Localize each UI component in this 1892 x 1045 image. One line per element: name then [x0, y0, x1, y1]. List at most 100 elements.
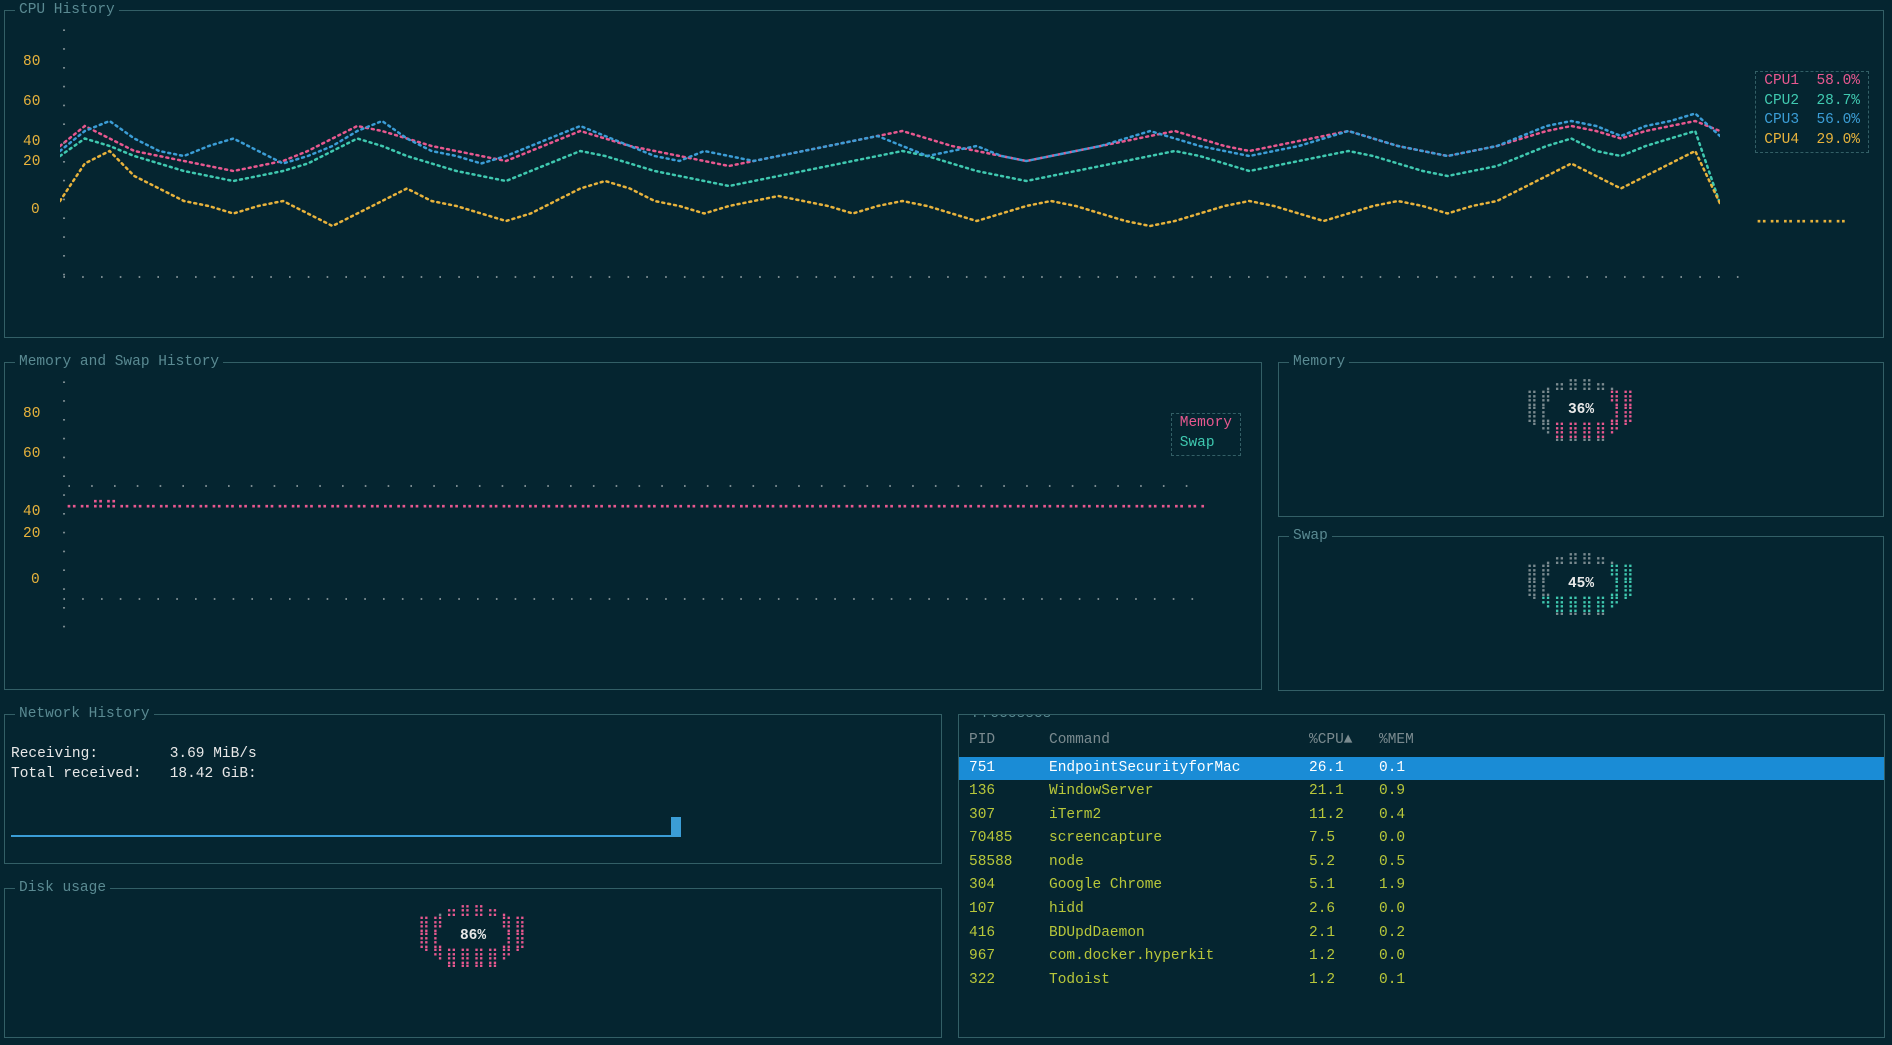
axis-tick: 0: [31, 201, 40, 221]
cell-cmd: Google Chrome: [1039, 874, 1299, 898]
cpu-legend: CPU1 58.0% CPU2 28.7% CPU3 56.0% CPU4 29…: [1755, 71, 1869, 153]
cell-pid: 967: [959, 945, 1039, 969]
disk-gauge-pct: 86%: [460, 927, 486, 947]
cell-pid: 307: [959, 804, 1039, 828]
memory-legend: Memory Swap: [1171, 413, 1241, 456]
table-row[interactable]: 416BDUpdDaemon2.10.2: [959, 922, 1884, 946]
col-mem[interactable]: %MEM: [1369, 729, 1884, 757]
axis-tick: 60: [23, 93, 40, 113]
cell-cpu: 21.1: [1299, 780, 1369, 804]
table-row[interactable]: 967com.docker.hyperkit1.20.0: [959, 945, 1884, 969]
axis-tick: 20: [23, 153, 40, 173]
cell-cmd: Todoist: [1039, 969, 1299, 993]
legend-cpu3-name: CPU3: [1764, 112, 1799, 128]
col-pid[interactable]: PID: [959, 729, 1039, 757]
disk-title: Disk usage: [15, 879, 110, 899]
processes-panel[interactable]: Processes PID Command %CPU▲ %MEM 751Endp…: [958, 714, 1885, 1038]
cell-pid: 107: [959, 898, 1039, 922]
cell-cpu: 5.2: [1299, 851, 1369, 875]
legend-cpu4-value: 29.0%: [1816, 132, 1860, 148]
network-total-label: Total received:: [11, 765, 161, 785]
table-row[interactable]: 307iTerm211.20.4: [959, 804, 1884, 828]
axis-tick: 60: [23, 445, 40, 465]
cell-cpu: 26.1: [1299, 757, 1369, 781]
table-row[interactable]: 751EndpointSecurityforMac26.10.1: [959, 757, 1884, 781]
cell-cmd: node: [1039, 851, 1299, 875]
cell-pid: 322: [959, 969, 1039, 993]
memory-gauge-pct: 36%: [1568, 401, 1594, 421]
cell-mem: 0.9: [1369, 780, 1884, 804]
table-row[interactable]: 107hidd2.60.0: [959, 898, 1884, 922]
legend-cpu1-value: 58.0%: [1816, 73, 1860, 89]
swap-gauge-pct: 45%: [1568, 575, 1594, 595]
cell-pid: 70485: [959, 827, 1039, 851]
network-receiving-label: Receiving:: [11, 745, 161, 765]
cell-pid: 751: [959, 757, 1039, 781]
cell-pid: 304: [959, 874, 1039, 898]
table-row[interactable]: 58588node5.20.5: [959, 851, 1884, 875]
cell-mem: 0.0: [1369, 945, 1884, 969]
axis-tick: 40: [23, 503, 40, 523]
memory-history-title: Memory and Swap History: [15, 353, 223, 373]
axis-tick: 80: [23, 405, 40, 425]
disk-panel: Disk usage ⢀⣤⣶⣶⣤⡀ ⣿⡿⠀⠀⠀⠀⢿⣿ ⣿⣇⠀⠀⠀⠀⣸⣿ ⠈⠻⣿⣿…: [4, 888, 942, 1038]
legend-tail: ⣀⣀⣀⣀⣀⣀⣀: [1755, 206, 1847, 224]
cell-cmd: iTerm2: [1039, 804, 1299, 828]
table-row[interactable]: 136WindowServer21.10.9: [959, 780, 1884, 804]
axis-tick: 20: [23, 525, 40, 545]
legend-cpu2-name: CPU2: [1764, 93, 1799, 109]
cell-cmd: hidd: [1039, 898, 1299, 922]
memory-history-panel: Memory and Swap History 80 60 40 20 0 ⣀⣀…: [4, 362, 1262, 690]
processes-table[interactable]: PID Command %CPU▲ %MEM 751EndpointSecuri…: [959, 729, 1884, 992]
legend-cpu2-value: 28.7%: [1816, 93, 1860, 109]
cell-cmd: EndpointSecurityforMac: [1039, 757, 1299, 781]
cell-cmd: BDUpdDaemon: [1039, 922, 1299, 946]
swap-gauge-panel: Swap ⢀⣤⣶⣶⣤⡀ ⣿⡿⠀⠀⠀⠀⢿⣿ ⣿⣇⠀⠀⠀⠀⣸⣿ ⠈⠻⣿⣿⣿⣿⠟⠁ ⠀…: [1278, 536, 1884, 691]
network-receiving-row: Receiving: 3.69 MiB/s: [11, 745, 257, 765]
legend-cpu1-name: CPU1: [1764, 73, 1799, 89]
table-header-row[interactable]: PID Command %CPU▲ %MEM: [959, 729, 1884, 757]
cell-cmd: com.docker.hyperkit: [1039, 945, 1299, 969]
axis-frame: · · · · · · · · · · · · · · · · · · · · …: [60, 591, 1210, 610]
legend-cpu3-value: 56.0%: [1816, 112, 1860, 128]
legend-swap-name: Swap: [1180, 435, 1215, 451]
axis-tick: 0: [31, 571, 40, 591]
cell-mem: 0.0: [1369, 898, 1884, 922]
cell-cpu: 2.6: [1299, 898, 1369, 922]
table-row[interactable]: 70485screencapture7.50.0: [959, 827, 1884, 851]
table-row[interactable]: 304Google Chrome5.11.9: [959, 874, 1884, 898]
cell-mem: 0.1: [1369, 757, 1884, 781]
cell-cpu: 7.5: [1299, 827, 1369, 851]
cell-pid: 136: [959, 780, 1039, 804]
memory-gauge-title: Memory: [1289, 353, 1349, 373]
cell-mem: 0.1: [1369, 969, 1884, 993]
axis-frame: · · · · · · · · · · · · · · · · · · · · …: [60, 269, 1740, 288]
cell-mem: 1.9: [1369, 874, 1884, 898]
cell-cmd: WindowServer: [1039, 780, 1299, 804]
cell-mem: 0.0: [1369, 827, 1884, 851]
network-title: Network History: [15, 705, 154, 725]
network-sparkline: [11, 813, 681, 837]
legend-memory-name: Memory: [1180, 415, 1232, 431]
processes-title: Processes: [969, 714, 1055, 724]
network-panel: Network History Receiving: 3.69 MiB/s To…: [4, 714, 942, 864]
network-total-value: 18.42 GiB:: [170, 766, 257, 782]
cell-cpu: 11.2: [1299, 804, 1369, 828]
cell-mem: 0.2: [1369, 922, 1884, 946]
col-cmd[interactable]: Command: [1039, 729, 1299, 757]
cell-mem: 0.5: [1369, 851, 1884, 875]
cpu-history-title: CPU History: [15, 1, 119, 21]
cpu-history-panel: CPU History 80 60 40 20 0 · · · · · · · …: [4, 10, 1884, 338]
col-cpu[interactable]: %CPU▲: [1299, 729, 1369, 757]
table-row[interactable]: 322Todoist1.20.1: [959, 969, 1884, 993]
axis-tick: 80: [23, 53, 40, 73]
cpu-chart: [60, 26, 1720, 276]
cell-cmd: screencapture: [1039, 827, 1299, 851]
cell-cpu: 5.1: [1299, 874, 1369, 898]
swap-gauge-title: Swap: [1289, 527, 1332, 547]
cell-cpu: 1.2: [1299, 945, 1369, 969]
axis-tick: 40: [23, 133, 40, 153]
cell-cpu: 1.2: [1299, 969, 1369, 993]
axis-frame: · · · · · · · · · · · · · · · · · · · · …: [53, 26, 72, 276]
network-total-row: Total received: 18.42 GiB:: [11, 765, 257, 785]
